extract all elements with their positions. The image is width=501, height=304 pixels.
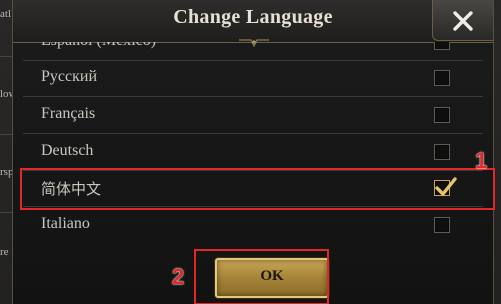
dialog-header: Change Language [13, 0, 493, 48]
language-label: Español (México) [41, 42, 156, 50]
language-checkbox[interactable] [434, 42, 450, 50]
background-text: atl [0, 8, 11, 20]
language-row-german[interactable]: Deutsch [23, 134, 483, 171]
language-row-italian[interactable]: Italiano [23, 207, 483, 242]
annotation-number-2: 2 [172, 264, 185, 289]
language-label: Italiano [41, 215, 90, 232]
game-screen: atl low rsp re Change Language Español (… [0, 0, 501, 304]
language-label: Deutsch [41, 142, 94, 159]
language-label: Русский [41, 68, 97, 85]
language-label: 简体中文 [41, 180, 102, 198]
ok-button-label: OK [260, 268, 284, 284]
language-row-spanish[interactable]: Español (México) [23, 42, 483, 61]
language-checkbox[interactable] [434, 217, 450, 233]
language-checkbox-checked[interactable] [434, 177, 457, 196]
background-text: re [0, 246, 9, 258]
annotation-number-1: 1 [475, 148, 488, 173]
close-button[interactable] [432, 0, 493, 41]
checkmark-icon [435, 177, 457, 196]
language-row-russian[interactable]: Русский [23, 60, 483, 97]
change-language-dialog: Change Language Español (México) Русский [12, 0, 494, 304]
language-checkbox[interactable] [434, 70, 450, 86]
close-icon [453, 11, 473, 31]
ok-button[interactable]: OK [215, 258, 329, 298]
language-list[interactable]: Español (México) Русский Français Deutsc… [23, 42, 483, 242]
language-checkbox[interactable] [434, 107, 450, 123]
language-checkbox[interactable] [434, 144, 450, 160]
language-label: Français [41, 105, 96, 122]
language-row-simplified-chinese[interactable]: 简体中文 [23, 170, 483, 207]
language-row-french[interactable]: Français [23, 97, 483, 134]
dialog-title: Change Language [173, 6, 333, 28]
